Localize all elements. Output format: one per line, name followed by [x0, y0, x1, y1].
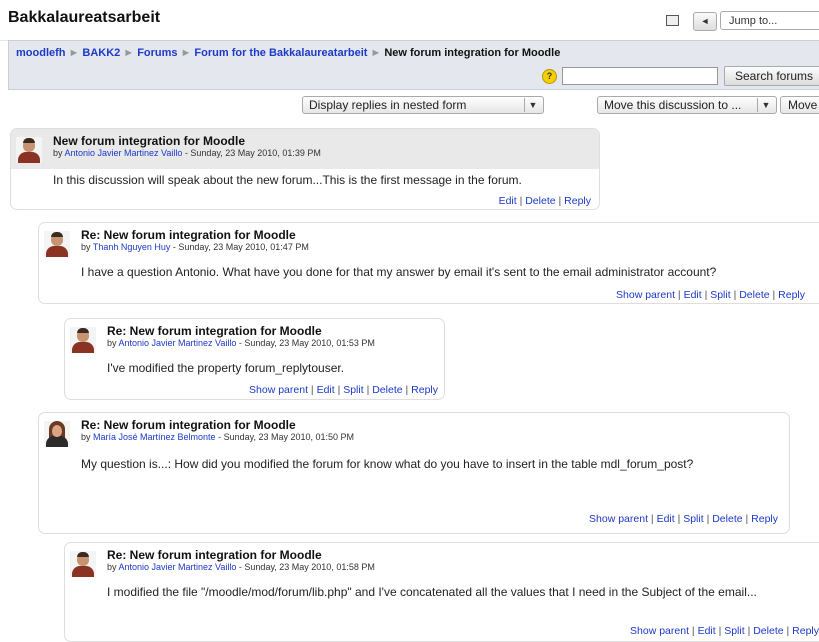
show-parent-link[interactable]: Show parent: [616, 289, 675, 301]
post-date: - Sunday, 23 May 2010, 01:39 PM: [184, 148, 321, 158]
show-parent-link[interactable]: Show parent: [589, 513, 648, 525]
reply-link[interactable]: Reply: [751, 513, 778, 525]
breadcrumb-separator-icon: ►: [68, 47, 80, 59]
forum-post: Re: New forum integration for Moodle by …: [38, 412, 790, 534]
post-title: Re: New forum integration for Moodle: [107, 324, 322, 338]
post-title: New forum integration for Moodle: [53, 134, 245, 148]
search-input[interactable]: [562, 67, 718, 85]
post-message: I have a question Antonio. What have you…: [81, 265, 717, 279]
navigation-bar: moodlefh ► BAKK2 ► Forums ► Forum for the Bakk…: [8, 40, 819, 90]
edit-link[interactable]: Edit: [684, 289, 702, 301]
post-title: Re: New forum integration for Moodle: [107, 548, 322, 562]
male-avatar[interactable]: [70, 327, 96, 353]
post-commands: Show parent | Edit | Split | Delete | Re…: [249, 384, 438, 396]
forum-post: Re: New forum integration for Moodle by …: [64, 318, 445, 400]
post-author-link[interactable]: María José Martínez Belmonte: [93, 432, 216, 442]
male-avatar[interactable]: [70, 551, 96, 577]
female-avatar[interactable]: [44, 421, 70, 447]
edit-link[interactable]: Edit: [499, 195, 517, 207]
search-forums-button[interactable]: Search forums: [724, 66, 819, 86]
help-icon[interactable]: ?: [542, 69, 557, 84]
arrow-left-icon: ◄: [700, 16, 710, 26]
post-message: I've modified the property forum_replyto…: [107, 361, 345, 375]
split-link[interactable]: Split: [724, 625, 744, 637]
jump-to-select[interactable]: Jump to...: [720, 11, 819, 30]
breadcrumb: moodlefh ► BAKK2 ► Forums ► Forum for the Bakk…: [16, 47, 560, 59]
back-button[interactable]: ◄: [693, 12, 717, 31]
delete-link[interactable]: Delete: [525, 195, 555, 207]
post-date: - Sunday, 23 May 2010, 01:50 PM: [218, 432, 355, 442]
reply-link[interactable]: Reply: [792, 625, 819, 637]
forum-post: New forum integration for Moodle by Anto…: [10, 128, 600, 210]
delete-link[interactable]: Delete: [712, 513, 742, 525]
breadcrumb-link-bakk2[interactable]: BAKK2: [82, 47, 120, 59]
edit-link[interactable]: Edit: [317, 384, 335, 396]
delete-link[interactable]: Delete: [753, 625, 783, 637]
post-commands: Show parent | Edit | Split | Delete | Re…: [589, 513, 778, 525]
breadcrumb-link-forum[interactable]: Forum for the Bakkalaureatarbeit: [194, 47, 367, 59]
post-byline: by Antonio Javier Martinez Vaillo - Sund…: [53, 148, 321, 158]
split-link[interactable]: Split: [683, 513, 703, 525]
post-author-link[interactable]: Antonio Javier Martinez Vaillo: [65, 148, 183, 158]
display-mode-select[interactable]: Display replies in nested form ▼: [302, 96, 544, 114]
window-icon[interactable]: [666, 15, 679, 26]
breadcrumb-separator-icon: ►: [123, 47, 135, 59]
post-author-link[interactable]: Thanh Nguyen Huy: [93, 242, 171, 252]
show-parent-link[interactable]: Show parent: [249, 384, 308, 396]
chevron-down-icon: ▼: [524, 98, 541, 112]
display-mode-value: Display replies in nested form: [309, 98, 467, 112]
breadcrumb-link-moodlefh[interactable]: moodlefh: [16, 47, 66, 59]
post-message: In this discussion will speak about the …: [53, 173, 522, 187]
move-discussion-select[interactable]: Move this discussion to ... ▼: [597, 96, 777, 114]
forum-post: Re: New forum integration for Moodle by …: [38, 222, 819, 304]
post-byline: by Thanh Nguyen Huy - Sunday, 23 May 201…: [81, 242, 309, 252]
post-date: - Sunday, 23 May 2010, 01:53 PM: [238, 338, 375, 348]
post-message: I modified the file "/moodle/mod/forum/l…: [107, 585, 757, 599]
post-message: My question is...: How did you modified …: [81, 457, 694, 471]
post-byline: by Antonio Javier Martinez Vaillo - Sund…: [107, 338, 375, 348]
breadcrumb-separator-icon: ►: [180, 47, 192, 59]
chevron-down-icon: ▼: [757, 98, 774, 112]
post-title: Re: New forum integration for Moodle: [81, 418, 296, 432]
page-header: Bakkalaureatsarbeit ◄ Jump to...: [0, 0, 819, 41]
male-avatar[interactable]: [44, 231, 70, 257]
post-author-link[interactable]: Antonio Javier Martinez Vaillo: [119, 338, 237, 348]
male-avatar[interactable]: [16, 137, 42, 163]
reply-link[interactable]: Reply: [564, 195, 591, 207]
post-byline: by Antonio Javier Martinez Vaillo - Sund…: [107, 562, 375, 572]
post-title: Re: New forum integration for Moodle: [81, 228, 296, 242]
delete-link[interactable]: Delete: [372, 384, 402, 396]
breadcrumb-separator-icon: ►: [370, 47, 382, 59]
forum-post: Re: New forum integration for Moodle by …: [64, 542, 819, 642]
split-link[interactable]: Split: [343, 384, 363, 396]
post-author-link[interactable]: Antonio Javier Martinez Vaillo: [119, 562, 237, 572]
reply-link[interactable]: Reply: [411, 384, 438, 396]
post-date: - Sunday, 23 May 2010, 01:47 PM: [172, 242, 309, 252]
post-commands: Show parent | Edit | Split | Delete | Re…: [616, 289, 805, 301]
post-date: - Sunday, 23 May 2010, 01:58 PM: [238, 562, 375, 572]
breadcrumb-link-forums[interactable]: Forums: [137, 47, 177, 59]
edit-link[interactable]: Edit: [698, 625, 716, 637]
post-commands: Show parent | Edit | Split | Delete | Re…: [630, 625, 819, 637]
breadcrumb-current: New forum integration for Moodle: [384, 47, 561, 59]
reply-link[interactable]: Reply: [778, 289, 805, 301]
move-button[interactable]: Move: [780, 96, 819, 114]
post-commands: Edit | Delete | Reply: [498, 195, 591, 207]
show-parent-link[interactable]: Show parent: [630, 625, 689, 637]
delete-link[interactable]: Delete: [739, 289, 769, 301]
site-title: Bakkalaureatsarbeit: [8, 9, 161, 26]
split-link[interactable]: Split: [710, 289, 730, 301]
move-discussion-value: Move this discussion to ...: [604, 98, 742, 112]
post-byline: by María José Martínez Belmonte - Sunday…: [81, 432, 355, 442]
edit-link[interactable]: Edit: [657, 513, 675, 525]
